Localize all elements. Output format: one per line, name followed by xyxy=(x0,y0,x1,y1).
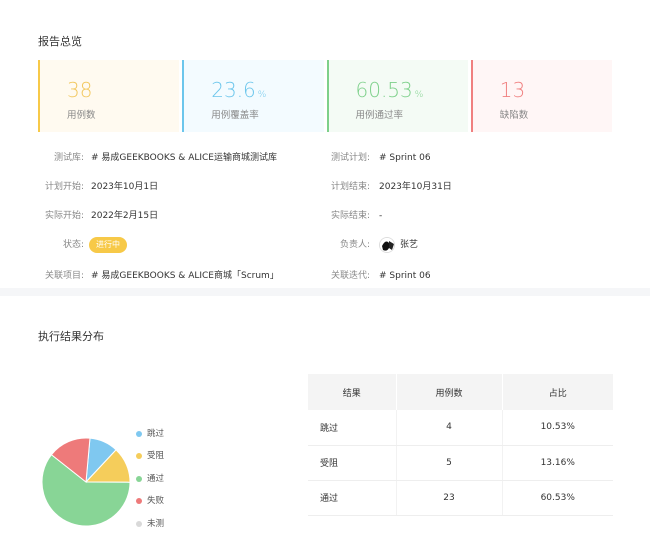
stats-row: 38 用例数 23.6% 用例覆盖率 60.53% 用例通过率 13 缺陷数 xyxy=(38,60,612,132)
actual-start-label: 实际开始: xyxy=(44,211,84,221)
stat-defect-count: 13 缺陷数 xyxy=(470,60,612,132)
owner-label: 负责人: xyxy=(339,240,370,250)
overview-title: 报告总览 xyxy=(38,35,82,48)
distribution-title: 执行结果分布 xyxy=(38,330,104,343)
legend-label: 通过 xyxy=(147,474,165,484)
cell-ratio: 13.16% xyxy=(502,445,613,481)
stat-value: 23.6 xyxy=(211,78,256,102)
status-label: 状态: xyxy=(62,240,84,250)
info-row-project-iteration: 关联项目: # 易成GEEKBOOKS & ALICE商城「Scrum」 关联迭… xyxy=(0,268,650,284)
info-row-plan-dates: 计划开始: 2023年10月1日 计划结束: 2023年10月31日 xyxy=(0,179,650,195)
stat-pass-rate: 60.53% 用例通过率 xyxy=(326,60,468,132)
iteration-label: 关联迭代: xyxy=(330,271,370,281)
cell-result: 受阻 xyxy=(308,445,397,481)
stat-label: 用例数 xyxy=(67,110,96,121)
owner-name: 张艺 xyxy=(400,240,419,250)
cell-ratio: 10.53% xyxy=(502,410,613,446)
header-case-count: 用例数 xyxy=(396,374,503,410)
legend-dot xyxy=(136,521,142,527)
repo-link[interactable]: # 易成GEEKBOOKS & ALICE运输商城测试库 xyxy=(91,150,277,166)
header-result: 结果 xyxy=(308,374,397,410)
info-row-repo-plan: 测试库: # 易成GEEKBOOKS & ALICE运输商城测试库 测试计划: … xyxy=(0,150,650,166)
actual-end-label: 实际结束: xyxy=(330,211,370,221)
project-label: 关联项目: xyxy=(44,271,84,281)
cell-count: 5 xyxy=(396,445,503,481)
owner-avatar xyxy=(379,237,395,253)
project-link[interactable]: # 易成GEEKBOOKS & ALICE商城「Scrum」 xyxy=(91,268,279,284)
stat-label: 用例覆盖率 xyxy=(211,110,259,121)
stat-value: 60.53 xyxy=(355,78,413,102)
cell-ratio: 60.53% xyxy=(502,480,613,516)
stat-label: 用例通过率 xyxy=(355,110,404,121)
legend-dot xyxy=(136,453,142,459)
stat-value: 13 xyxy=(499,78,526,102)
stat-value: 38 xyxy=(67,78,93,102)
pie-chart xyxy=(41,437,131,527)
repo-label: 测试库: xyxy=(53,153,84,163)
plan-end-label: 计划结束: xyxy=(330,182,370,192)
cell-count: 23 xyxy=(396,480,503,516)
info-row-status-owner: 状态: 进行中 负责人: 张艺 xyxy=(0,237,650,253)
plan-end-value: 2023年10月31日 xyxy=(379,182,452,192)
cell-count: 4 xyxy=(396,410,503,446)
plan-start-value: 2023年10月1日 xyxy=(91,182,159,192)
cell-result: 通过 xyxy=(308,480,397,516)
stat-unit: % xyxy=(414,90,424,100)
info-row-actual-dates: 实际开始: 2022年2月15日 实际结束: - xyxy=(0,208,650,224)
legend-dot xyxy=(136,498,142,504)
actual-start-value: 2022年2月15日 xyxy=(91,211,159,221)
table-row: 通过 23 60.53% xyxy=(308,480,613,516)
legend-label: 受阻 xyxy=(147,451,165,461)
table-row: 受阻 5 13.16% xyxy=(308,445,613,481)
report-overview-card: 报告总览 38 用例数 23.6% 用例覆盖率 60.53% 用例通过率 13 … xyxy=(0,0,650,288)
stat-coverage: 23.6% 用例覆盖率 xyxy=(182,60,324,132)
legend-label: 失败 xyxy=(147,496,165,506)
table-header-row: 结果 用例数 占比 xyxy=(308,374,613,410)
plan-start-label: 计划开始: xyxy=(44,182,84,192)
plan-link[interactable]: # Sprint 06 xyxy=(379,150,431,166)
legend-label: 跳过 xyxy=(147,429,165,439)
legend-dot xyxy=(136,476,142,482)
status-badge: 进行中 xyxy=(89,237,127,253)
legend-label: 未测 xyxy=(147,519,165,529)
stat-case-count: 38 用例数 xyxy=(38,60,180,132)
table-row: 跳过 4 10.53% xyxy=(308,410,613,446)
results-table: 结果 用例数 占比 跳过 4 10.53% 受阻 5 13.16% 通过 23 … xyxy=(308,374,613,516)
plan-label: 测试计划: xyxy=(330,153,370,163)
stat-label: 缺陷数 xyxy=(499,110,529,121)
legend-dot xyxy=(136,431,142,437)
header-ratio: 占比 xyxy=(502,374,613,410)
iteration-link[interactable]: # Sprint 06 xyxy=(379,268,431,284)
actual-end-value: - xyxy=(379,211,383,221)
cell-result: 跳过 xyxy=(308,410,397,446)
stat-unit: % xyxy=(257,90,267,100)
